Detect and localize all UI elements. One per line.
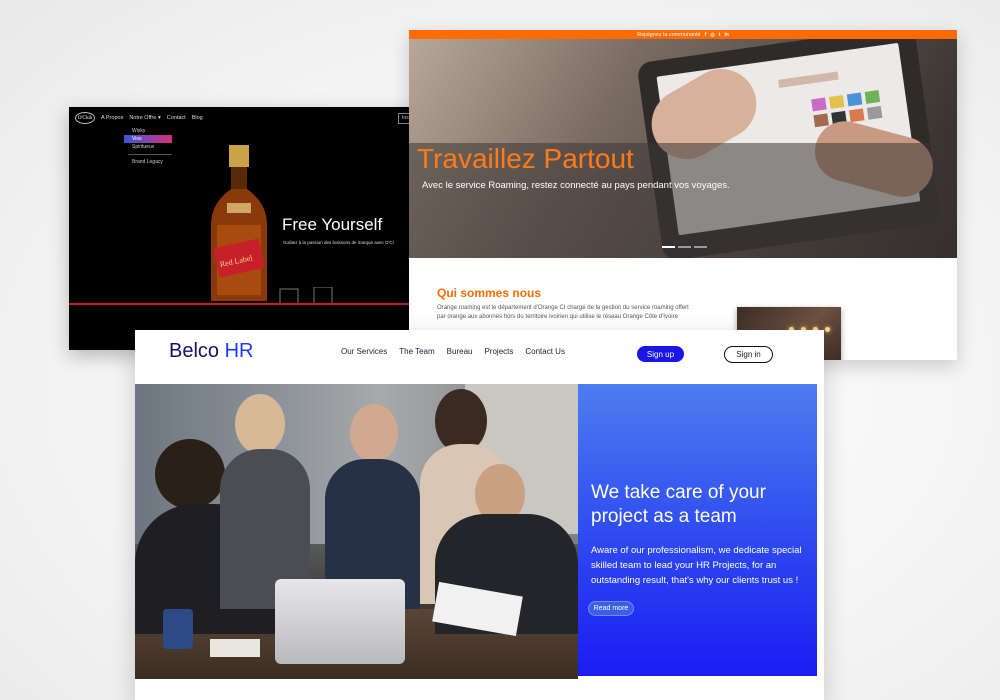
orange-roaming-website-screenshot: Rejoignez la communauté f ◎ t in Travail…	[409, 30, 957, 360]
carousel-dot[interactable]	[662, 246, 675, 248]
orange-hero-title: Travaillez Partout	[417, 143, 634, 174]
oclub-navbar: O'Club A Propos Notre Offre ▾ Contact Bl…	[69, 107, 429, 129]
oclub-hero-subtitle: Goûtez à la passion des boissons de marq…	[283, 240, 394, 245]
orange-about-text: Orange roaming est le département d'Oran…	[437, 305, 689, 320]
oclub-dropdown-item-vins[interactable]: Vins	[124, 135, 172, 143]
hero-description: Aware of our professionalism, we dedicat…	[591, 545, 802, 586]
laptop-image	[275, 579, 405, 664]
orange-about-title: Qui sommes nous	[437, 286, 542, 300]
dropdown-divider	[128, 154, 172, 155]
oclub-nav-offer[interactable]: Notre Offre ▾	[129, 115, 160, 121]
hero-blue-panel: We take care of your project as a team A…	[578, 384, 817, 676]
carousel-dot[interactable]	[694, 246, 707, 248]
orange-topbar-text: Rejoignez la communauté	[637, 31, 701, 38]
linkedin-icon[interactable]: in	[724, 32, 728, 38]
oclub-dropdown-item-brand-legacy[interactable]: Brand Legacy	[124, 158, 172, 166]
belco-logo[interactable]: Belco HR	[169, 340, 253, 363]
carousel-indicators	[662, 246, 707, 248]
oclub-nav-about[interactable]: A Propos	[101, 115, 123, 121]
nav-projects[interactable]: Projects	[484, 347, 513, 356]
nav-our-services[interactable]: Our Services	[341, 347, 387, 356]
facebook-icon[interactable]: f	[705, 32, 707, 38]
belco-navbar: Our Services The Team Bureau Projects Co…	[341, 347, 565, 356]
oclub-nav-contact[interactable]: Contact	[167, 115, 186, 121]
twitter-icon[interactable]: t	[719, 32, 721, 38]
oclub-dropdown-item-spiritueux[interactable]: Spiritueux	[124, 143, 172, 151]
hero-heading: We take care of your project as a team	[591, 482, 766, 527]
oclub-website-screenshot: O'Club A Propos Notre Offre ▾ Contact Bl…	[69, 107, 429, 350]
belco-hr-website-screenshot: Belco HR Our Services The Team Bureau Pr…	[135, 330, 824, 700]
whisky-bottle-image: Red Label	[211, 145, 267, 301]
caret-down-icon: ▾	[157, 115, 161, 121]
mug-image	[163, 609, 193, 649]
nav-contact-us[interactable]: Contact Us	[525, 347, 565, 356]
oclub-dropdown-item-wisky[interactable]: Wisky	[124, 127, 172, 135]
signin-button[interactable]: Sign in	[724, 346, 773, 363]
signup-button[interactable]: Sign up	[637, 346, 684, 362]
notebook-image	[210, 639, 260, 657]
instagram-icon[interactable]: ◎	[710, 32, 714, 38]
carousel-dot[interactable]	[678, 246, 691, 248]
read-more-button[interactable]: Read more	[588, 601, 634, 616]
orange-topbar: Rejoignez la communauté f ◎ t in	[409, 30, 957, 39]
oclub-dropdown-menu: Wisky Vins Spiritueux Brand Legacy	[124, 127, 172, 166]
nav-bureau[interactable]: Bureau	[447, 347, 473, 356]
oclub-nav-blog[interactable]: Blog	[192, 115, 203, 121]
red-divider	[69, 303, 429, 305]
oclub-logo[interactable]: O'Club	[75, 112, 95, 124]
orange-hero-subtitle: Avec le service Roaming, restez connecté…	[422, 180, 730, 191]
nav-the-team[interactable]: The Team	[399, 347, 434, 356]
team-meeting-photo	[135, 384, 578, 679]
oclub-hero-title: Free Yourself	[282, 215, 383, 234]
